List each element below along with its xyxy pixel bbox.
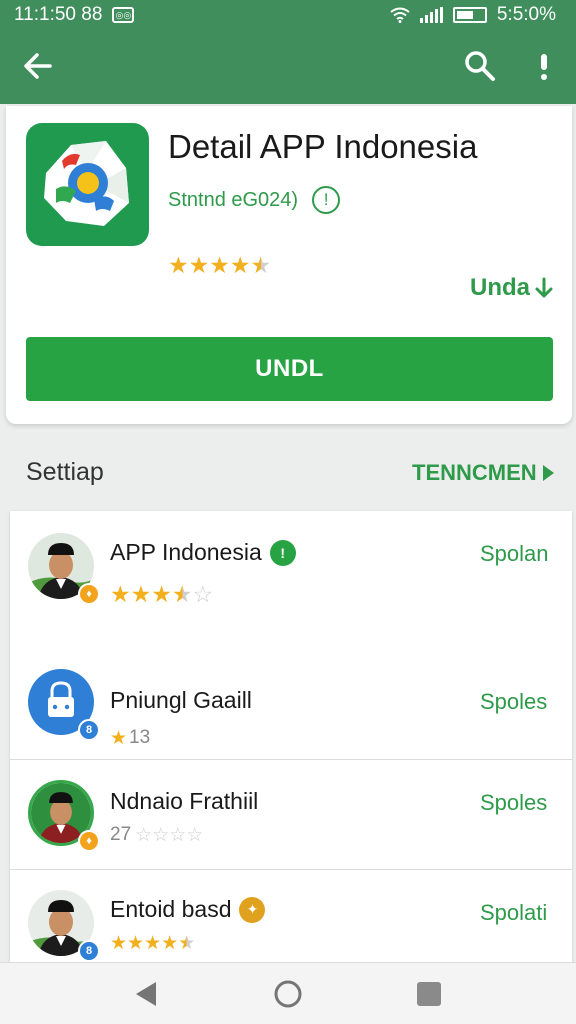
section-more-label: TENNCMEN [412, 460, 537, 485]
home-circle-icon[interactable] [271, 977, 305, 1011]
star-icon: ☆ [152, 824, 170, 846]
more-vert-icon[interactable] [526, 48, 562, 84]
reviewer-name: Pniungl Gaaill [110, 687, 252, 713]
badge-icon: 8 [78, 940, 100, 962]
reviewer-rating: ★ ★ ★ ★ ★ [110, 934, 195, 953]
search-icon[interactable] [462, 48, 498, 84]
star-icon: ★ [178, 933, 196, 954]
star-icon: ★ [250, 252, 272, 278]
status-bar: 11:1:50 88 ◎◎ 5:5:0% [0, 0, 576, 30]
chevron-right-icon [542, 465, 554, 481]
app-header-card: Detail APP Indonesia Stntnd eG024) ! ★ ★ ★… [6, 106, 572, 424]
reviewer-name-row: Entoid basd ✦ [110, 896, 266, 923]
star-icon: ★ [209, 252, 230, 278]
star-icon: ★ [144, 933, 162, 954]
system-nav-bar [0, 962, 576, 1024]
app-subtitle-row: Stntnd eG024) ! [168, 186, 341, 214]
reviewer-rating-row: 27 ☆ ☆ ☆ ☆ [110, 824, 203, 846]
secondary-action-label: Unda [470, 274, 530, 301]
star-icon: ★ [110, 581, 131, 607]
battery-icon [452, 7, 487, 23]
star-icon: ★ [130, 581, 152, 607]
badge-icon: 8 [78, 719, 100, 741]
reviewer-name: APP Indonesia [110, 539, 262, 565]
avatar: ♦ [28, 780, 100, 852]
recents-square-icon[interactable] [412, 977, 446, 1011]
star-icon: ★ [110, 727, 128, 749]
signal-icon [419, 7, 443, 23]
download-arrow-icon [535, 277, 553, 298]
reviewer-name: Ndnaio Frathiil [110, 788, 259, 814]
reviewer-name: Entoid basd [110, 896, 232, 922]
star-icon: ★ [168, 252, 189, 278]
info-icon[interactable]: ! [312, 186, 341, 214]
review-action[interactable]: Spoles [480, 689, 547, 715]
battery-percent: 5:5:0% [496, 4, 556, 25]
star-icon: ★ [161, 933, 179, 954]
install-button[interactable]: UNDL [26, 337, 553, 401]
star-icon: ☆ [169, 824, 187, 846]
star-icon: ★ [188, 252, 210, 278]
review-action[interactable]: Spolan [480, 541, 549, 567]
list-item[interactable]: 8 Entoid basd ✦ ★ ★ ★ ★ ★ Spolati [10, 869, 572, 966]
app-bar [0, 30, 576, 104]
review-count: 13 [129, 727, 151, 748]
verified-icon: ! [269, 539, 296, 566]
section-more-link[interactable]: TENNCMEN [412, 460, 555, 486]
star-icon: ★ [110, 933, 128, 954]
star-icon: ★ [127, 933, 145, 954]
avatar: 8 [28, 669, 100, 741]
reviewer-name-row: APP Indonesia ! [110, 539, 296, 566]
app-title: Detail APP Indonesia [168, 128, 478, 165]
section-title: Settiap [26, 458, 104, 486]
status-time: 11:1:50 88 [14, 4, 103, 25]
avatar: ♦ [28, 533, 100, 605]
secondary-action-link[interactable]: Unda [470, 274, 554, 302]
review-count: 27 [110, 824, 132, 845]
list-item[interactable]: ♦ Ndnaio Frathiil 27 ☆ ☆ ☆ ☆ Spoles [10, 759, 572, 869]
review-list: ♦ APP Indonesia ! ★ ★ ★ ★ ☆ Spolan 8 Pniungl… [10, 511, 572, 966]
badge-icon: ♦ [78, 583, 100, 605]
review-action[interactable]: Spoles [480, 790, 547, 816]
list-item[interactable]: ♦ APP Indonesia ! ★ ★ ★ ★ ☆ Spolan [10, 511, 572, 661]
sparkle-icon: ✦ [239, 896, 266, 923]
back-triangle-icon[interactable] [130, 977, 164, 1011]
notification-icon: ◎◎ [112, 7, 135, 23]
star-icon: ☆ [192, 581, 214, 607]
star-icon: ★ [229, 252, 251, 278]
review-action[interactable]: Spolati [480, 900, 547, 926]
wifi-icon [390, 7, 410, 23]
app-developer: Stntnd eG024) [168, 188, 299, 211]
app-logo [26, 123, 149, 246]
badge-icon: ♦ [78, 830, 100, 852]
star-icon: ★ [171, 581, 193, 607]
star-icon: ★ [151, 581, 172, 607]
avatar: 8 [28, 890, 100, 962]
star-icon: ☆ [135, 824, 153, 846]
reviewer-rating-row: ★ 13 [110, 727, 150, 749]
star-icon: ☆ [186, 824, 204, 846]
reviewer-rating: ★ ★ ★ ★ ☆ [110, 583, 213, 606]
app-rating: ★ ★ ★ ★ ★ [168, 254, 271, 277]
list-item[interactable]: 8 Pniungl Gaaill ★ 13 Spoles [10, 661, 572, 759]
back-arrow-icon[interactable] [20, 48, 56, 84]
